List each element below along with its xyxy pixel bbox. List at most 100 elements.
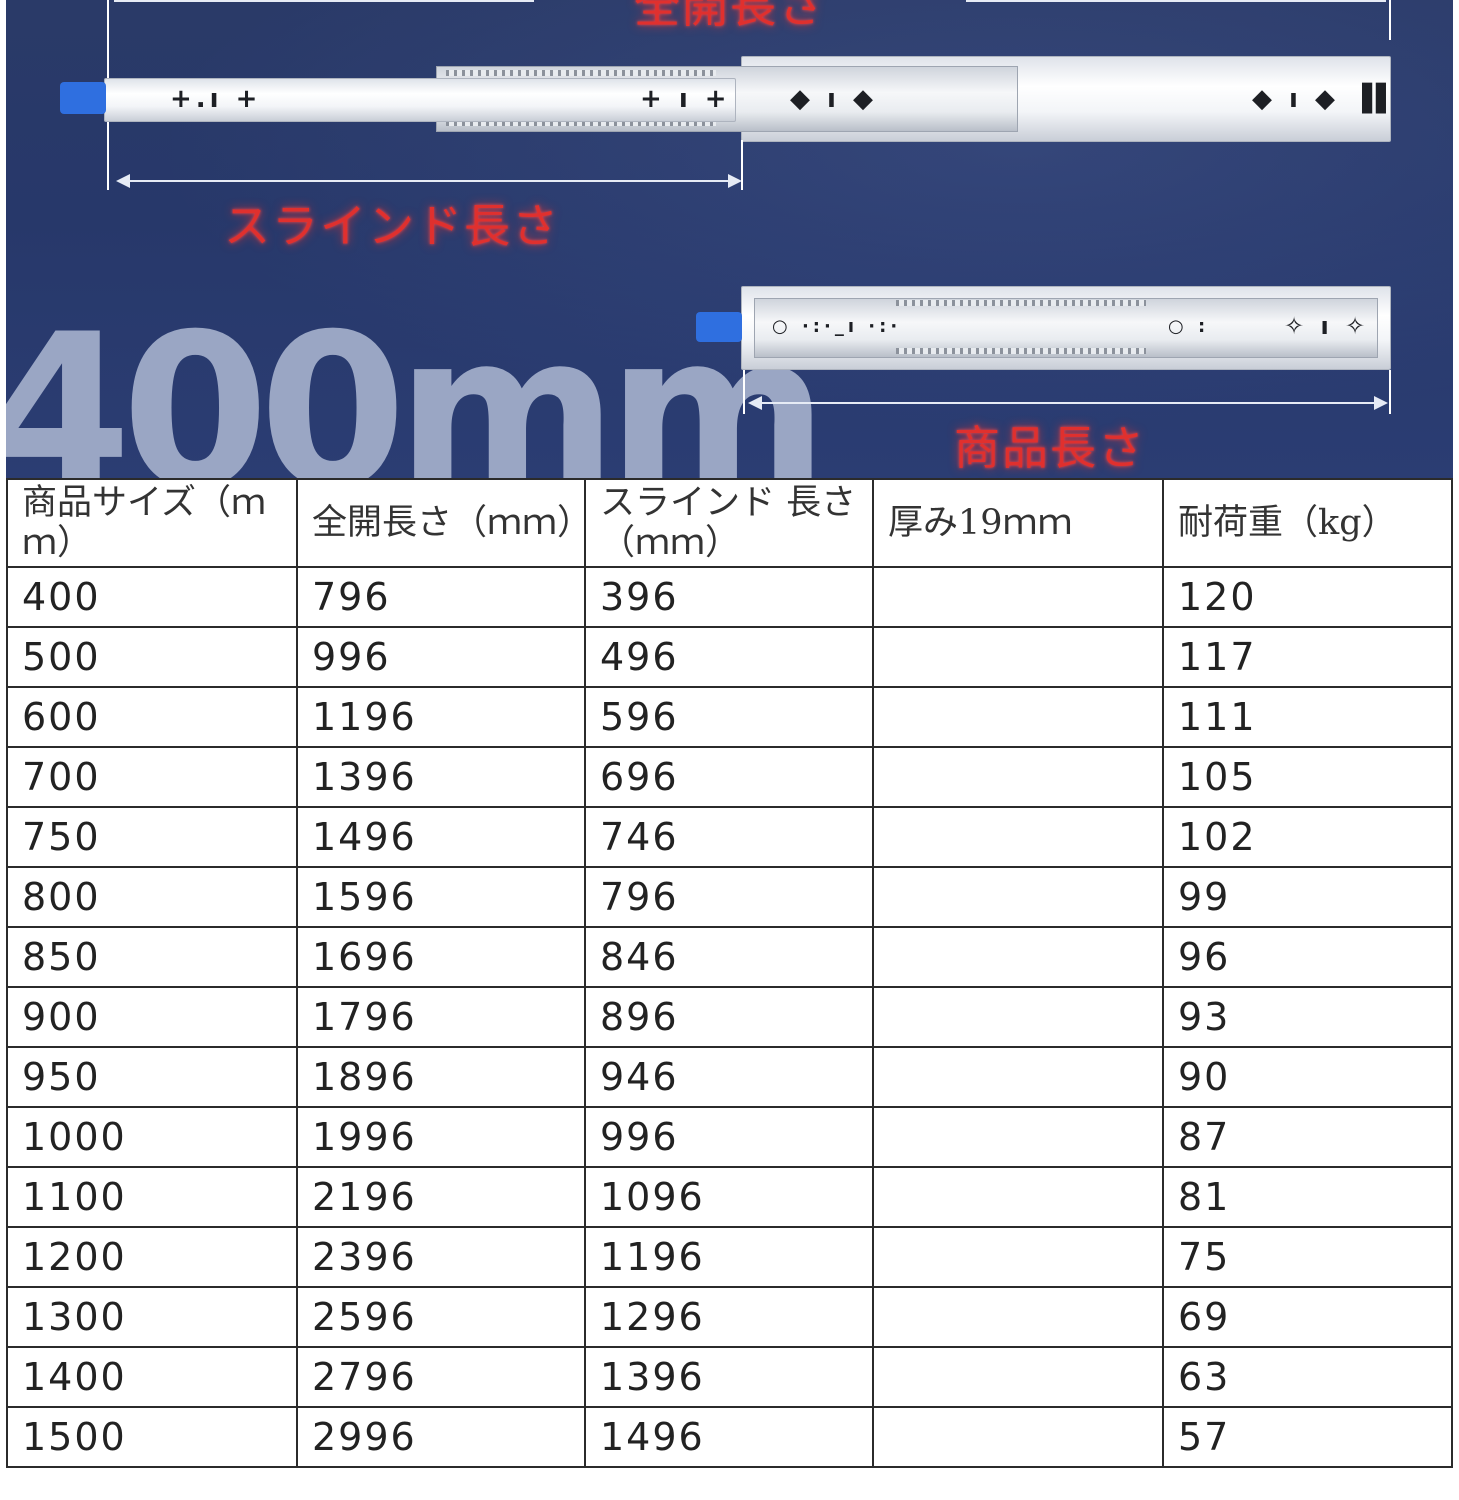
table-row: 1100 2196 1096 81 (6, 1166, 1453, 1228)
closed-rail-holes-2: ○ : (1168, 316, 1210, 337)
product-length-arrow-right (1374, 396, 1388, 410)
full-open-dimension-line-left (114, 0, 534, 2)
closed-rail-bearings-top (896, 300, 1146, 306)
closed-rail-holes-3: ✧ ı ✧ (1284, 312, 1370, 340)
cell-full-open-length: 2196 (296, 1166, 586, 1228)
cell-slide-length: 496 (584, 626, 874, 688)
cell-product-size: 1300 (6, 1286, 298, 1348)
cell-full-open-length: 1396 (296, 746, 586, 808)
cell-product-size: 700 (6, 746, 298, 808)
cell-load-capacity: 63 (1162, 1346, 1453, 1408)
cell-load-capacity: 120 (1162, 566, 1453, 628)
cell-thickness (872, 1046, 1164, 1108)
cell-load-capacity: 69 (1162, 1286, 1453, 1348)
cell-thickness (872, 1166, 1164, 1228)
table-row: 950 1896 946 90 (6, 1046, 1453, 1108)
right-extent-tick (1389, 0, 1391, 40)
cell-product-size: 400 (6, 566, 298, 628)
full-open-dimension-line-right (966, 0, 1386, 2)
cell-thickness (872, 926, 1164, 988)
cell-slide-length: 946 (584, 1046, 874, 1108)
table-row: 600 1196 596 111 (6, 686, 1453, 748)
cell-product-size: 1400 (6, 1346, 298, 1408)
cell-product-size: 950 (6, 1046, 298, 1108)
cell-load-capacity: 81 (1162, 1166, 1453, 1228)
cell-load-capacity: 90 (1162, 1046, 1453, 1108)
table-header-row: 商品サイズ（ｍｍ） 全開長さ（ｍｍ） スラインド 長さ（ｍｍ） 厚み19ｍｍ 耐… (6, 478, 1453, 568)
slide-length-right-tick (741, 140, 743, 190)
header-full-open-length: 全開長さ（ｍｍ） (296, 478, 586, 568)
cell-load-capacity: 96 (1162, 926, 1453, 988)
table-row: 400 796 396 120 (6, 566, 1453, 628)
product-length-line (760, 402, 1380, 404)
cell-thickness (872, 1106, 1164, 1168)
table-body: 400 796 396 120 500 996 496 117 600 1196 596 111 700… (6, 566, 1453, 1468)
cell-slide-length: 796 (584, 866, 874, 928)
cell-full-open-length: 2796 (296, 1346, 586, 1408)
table-row: 850 1696 846 96 (6, 926, 1453, 988)
rail-mounting-holes-4: ◆ ı ◆ ▐▌ (1252, 84, 1401, 114)
cell-thickness (872, 806, 1164, 868)
slide-length-arrow-right (728, 174, 742, 188)
cell-thickness (872, 866, 1164, 928)
cell-product-size: 800 (6, 866, 298, 928)
rail-mounting-holes-1: +.ı + (170, 84, 262, 114)
table-row: 1200 2396 1196 75 (6, 1226, 1453, 1288)
cell-full-open-length: 796 (296, 566, 586, 628)
closed-rail-release-clip (696, 312, 742, 342)
cell-load-capacity: 117 (1162, 626, 1453, 688)
closed-rail-holes-1: ○ ·:·_ı ·:· (772, 316, 902, 337)
cell-full-open-length: 1896 (296, 1046, 586, 1108)
product-banner: 全開長さ +.ı + + ı + ◆ ı ◆ ◆ ı ◆ ▐▌ スラインド長さ … (6, 0, 1453, 478)
cell-product-size: 900 (6, 986, 298, 1048)
cell-full-open-length: 2996 (296, 1406, 586, 1468)
cell-product-size: 1500 (6, 1406, 298, 1468)
cell-product-size: 500 (6, 626, 298, 688)
cell-thickness (872, 1406, 1164, 1468)
cell-full-open-length: 1596 (296, 866, 586, 928)
table-row: 1300 2596 1296 69 (6, 1286, 1453, 1348)
slide-length-line (128, 180, 732, 182)
cell-full-open-length: 1796 (296, 986, 586, 1048)
table-row: 750 1496 746 102 (6, 806, 1453, 868)
cell-slide-length: 696 (584, 746, 874, 808)
cell-slide-length: 596 (584, 686, 874, 748)
header-slide-length: スラインド 長さ（ｍｍ） (584, 478, 874, 568)
cell-load-capacity: 105 (1162, 746, 1453, 808)
cell-product-size: 1100 (6, 1166, 298, 1228)
size-spec-table: 商品サイズ（ｍｍ） 全開長さ（ｍｍ） スラインド 長さ（ｍｍ） 厚み19ｍｍ 耐… (6, 478, 1453, 1468)
cell-full-open-length: 1196 (296, 686, 586, 748)
cell-slide-length: 1096 (584, 1166, 874, 1228)
cell-full-open-length: 1496 (296, 806, 586, 868)
cell-thickness (872, 746, 1164, 808)
rail-mounting-holes-3: ◆ ı ◆ (790, 84, 878, 114)
cell-product-size: 1000 (6, 1106, 298, 1168)
product-length-label: 商品長さ (954, 421, 1146, 475)
cell-full-open-length: 1696 (296, 926, 586, 988)
full-open-length-label: 全開長さ (634, 0, 826, 33)
cell-load-capacity: 111 (1162, 686, 1453, 748)
cell-thickness (872, 626, 1164, 688)
cell-load-capacity: 93 (1162, 986, 1453, 1048)
header-load-capacity: 耐荷重（kg） (1162, 478, 1453, 568)
cell-slide-length: 746 (584, 806, 874, 868)
cell-product-size: 1200 (6, 1226, 298, 1288)
cell-slide-length: 1396 (584, 1346, 874, 1408)
cell-full-open-length: 2396 (296, 1226, 586, 1288)
cell-load-capacity: 102 (1162, 806, 1453, 868)
extended-rail-bearings-top (446, 70, 716, 76)
cell-load-capacity: 99 (1162, 866, 1453, 928)
cell-full-open-length: 996 (296, 626, 586, 688)
rail-mounting-holes-2: + ı + (640, 84, 731, 114)
cell-product-size: 850 (6, 926, 298, 988)
cell-product-size: 750 (6, 806, 298, 868)
cell-full-open-length: 2596 (296, 1286, 586, 1348)
table-row: 700 1396 696 105 (6, 746, 1453, 808)
cell-thickness (872, 566, 1164, 628)
product-length-right-tick (1389, 370, 1391, 414)
table-row: 500 996 496 117 (6, 626, 1453, 688)
cell-slide-length: 896 (584, 986, 874, 1048)
header-product-size: 商品サイズ（ｍｍ） (6, 478, 298, 568)
cell-slide-length: 396 (584, 566, 874, 628)
cell-slide-length: 1196 (584, 1226, 874, 1288)
